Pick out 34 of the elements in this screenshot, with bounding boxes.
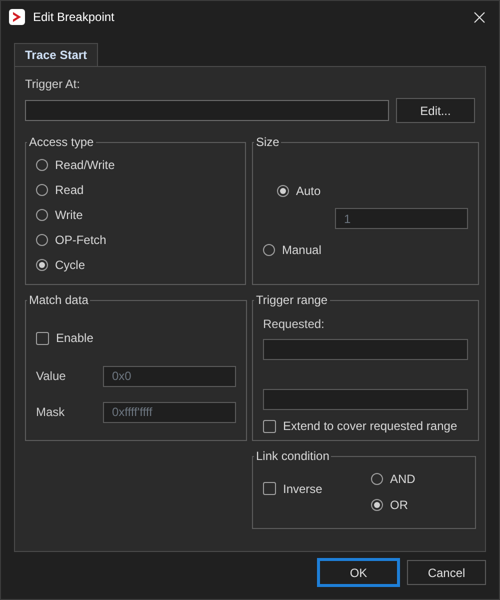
field-label: Value bbox=[36, 369, 67, 383]
checkbox[interactable]: Inverse bbox=[263, 482, 322, 496]
edit-button[interactable]: Edit... bbox=[396, 98, 475, 123]
input-field[interactable] bbox=[263, 339, 468, 360]
field-label: Requested: bbox=[263, 317, 326, 331]
close-icon[interactable] bbox=[474, 12, 485, 22]
field-label: Mask bbox=[36, 405, 66, 419]
ok-button[interactable]: OK bbox=[319, 560, 398, 585]
checkbox[interactable]: Extend to cover requested range bbox=[263, 419, 458, 433]
window-title: Edit Breakpoint bbox=[33, 10, 114, 24]
radio-button[interactable]: Cycle bbox=[36, 257, 86, 273]
app-logo-icon bbox=[9, 9, 25, 25]
input-field[interactable] bbox=[263, 389, 468, 410]
group-title: Size bbox=[255, 135, 280, 149]
input-field[interactable]: 0x0 bbox=[103, 366, 236, 386]
group-title: Match data bbox=[28, 293, 90, 307]
radio-button[interactable]: OR bbox=[371, 497, 408, 513]
field-label: Trigger At: bbox=[25, 77, 81, 91]
group-title: Link condition bbox=[255, 449, 330, 463]
checkbox[interactable]: Enable bbox=[36, 331, 94, 345]
cancel-button[interactable]: Cancel bbox=[407, 560, 486, 585]
group-title: Trigger range bbox=[255, 293, 329, 307]
radio-button[interactable]: Read/Write bbox=[36, 157, 115, 173]
radio-button[interactable]: Auto bbox=[277, 183, 321, 199]
radio-button[interactable]: Write bbox=[36, 207, 83, 223]
radio-button[interactable]: OP-Fetch bbox=[36, 232, 106, 248]
input-field[interactable]: 1 bbox=[335, 208, 468, 229]
tab[interactable]: Trace Start bbox=[14, 43, 98, 66]
radio-button[interactable]: AND bbox=[371, 471, 416, 487]
radio-button[interactable]: Manual bbox=[263, 242, 322, 258]
group-title: Access type bbox=[28, 135, 95, 149]
radio-button[interactable]: Read bbox=[36, 182, 84, 198]
input-field[interactable]: 0xffff'ffff bbox=[103, 402, 236, 422]
input-field[interactable] bbox=[25, 100, 389, 121]
